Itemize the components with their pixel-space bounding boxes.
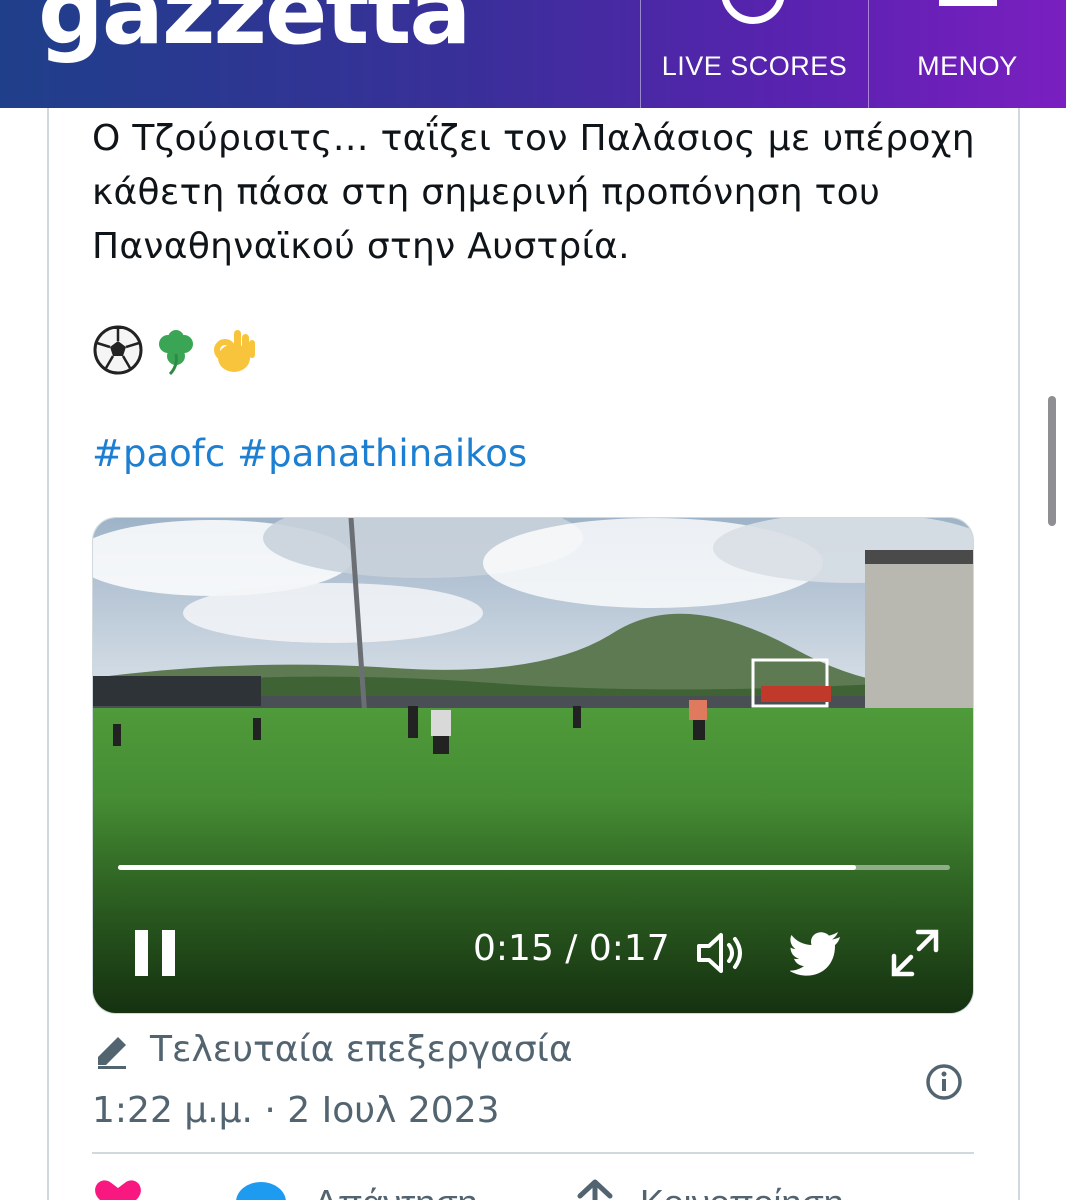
reply-label: Απάντηση: [314, 1182, 478, 1200]
menu-button[interactable]: ΜΕΝΟΥ: [868, 0, 1066, 108]
share-button[interactable]: Κοινοποίηση: [570, 1178, 970, 1200]
hamburger-menu-icon: [939, 0, 997, 6]
tweet-text: Ο Τζούρισιτς… ταΐζει τον Παλάσιος με υπέ…: [92, 118, 975, 267]
video-time: 0:15 / 0:17: [473, 928, 670, 969]
edited-indicator[interactable]: Τελευταία επεξεργασία: [92, 1024, 573, 1074]
live-scores-label: LIVE SCORES: [661, 51, 848, 81]
tweet-emojis: [92, 322, 260, 378]
volume-icon[interactable]: [693, 928, 747, 978]
hashtag-link[interactable]: #panathinaikos: [237, 432, 527, 475]
ok-hand-icon: [214, 330, 255, 372]
twitter-bird-icon[interactable]: [790, 928, 844, 978]
fullscreen-icon[interactable]: [888, 928, 942, 978]
gazzetta-logo[interactable]: gazzetta: [38, 0, 471, 65]
soccer-ball-icon: [93, 325, 143, 375]
tweet-timestamp[interactable]: 1:22 μ.μ. · 2 Ιουλ 2023: [92, 1090, 500, 1131]
pause-icon: [135, 930, 148, 976]
site-header: gazzetta LIVE SCORES ΜΕΝΟΥ: [0, 0, 1066, 108]
divider: [92, 1152, 974, 1154]
menu-label: ΜΕΝΟΥ: [917, 51, 1018, 81]
heart-icon: [95, 1180, 141, 1200]
reply-button[interactable]: Απάντηση: [234, 1178, 534, 1200]
live-scores-icon: [721, 0, 785, 24]
video-player[interactable]: 0:15 / 0:17: [92, 517, 974, 1014]
live-scores-button[interactable]: LIVE SCORES: [640, 0, 868, 108]
shamrock-icon: [159, 330, 193, 376]
page-scrollbar[interactable]: [1048, 396, 1056, 526]
hashtag-link[interactable]: #paofc: [92, 432, 225, 475]
info-icon[interactable]: [924, 1062, 964, 1102]
video-progress-fill: [118, 865, 856, 870]
share-icon: [577, 1179, 613, 1200]
pencil-icon: [98, 1037, 126, 1069]
reply-bubble-icon: [236, 1182, 286, 1200]
video-progress-bar[interactable]: [118, 865, 950, 870]
hashtag-list: #paofc #panathinaikos: [92, 432, 527, 475]
pause-button[interactable]: [135, 930, 177, 976]
edited-label: Τελευταία επεξεργασία: [150, 1028, 573, 1070]
share-label: Κοινοποίηση: [640, 1182, 844, 1200]
tweet-action-bar: Απάντηση Κοινοποίηση: [92, 1178, 974, 1200]
like-button[interactable]: [92, 1178, 152, 1200]
